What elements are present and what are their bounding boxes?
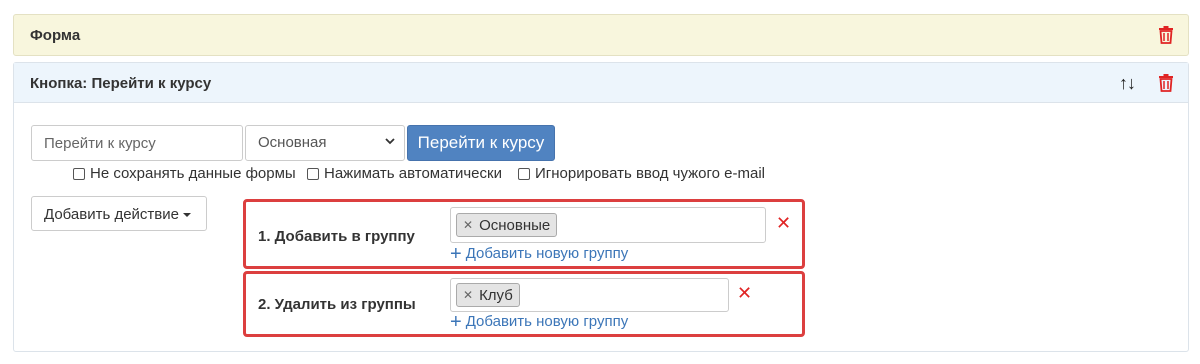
trash-icon[interactable]	[1158, 74, 1174, 92]
plus-icon: +	[450, 310, 462, 333]
remove-tag-icon[interactable]: ✕	[463, 288, 473, 302]
button-style-value: Основная	[258, 134, 327, 151]
add-group-link[interactable]: + Добавить новую группу	[450, 310, 629, 333]
group-select[interactable]: ✕ Основные	[450, 207, 766, 243]
button-panel-title: Кнопка: Перейти к курсу	[30, 75, 212, 92]
button-preview-label: Перейти к курсу	[417, 133, 545, 152]
checkbox[interactable]	[73, 167, 85, 180]
plus-icon: +	[450, 242, 462, 265]
option-no-save[interactable]: Не сохранять данные формы	[73, 165, 296, 182]
checkbox[interactable]	[518, 167, 530, 180]
remove-action-icon[interactable]: ✕	[737, 283, 752, 304]
add-action-dropdown[interactable]: Добавить действие	[31, 196, 207, 231]
group-select[interactable]: ✕ Клуб	[450, 278, 729, 312]
option-auto-click[interactable]: Нажимать автоматически	[307, 165, 502, 182]
action-item: 1. Добавить в группу ✕ Основные ✕ + Доба…	[243, 199, 805, 269]
option-label: Игнорировать ввод чужого e-mail	[535, 165, 766, 182]
caret-down-icon	[183, 213, 191, 218]
button-style-select[interactable]: Основная	[245, 125, 405, 161]
group-tag: ✕ Клуб	[456, 283, 520, 307]
add-group-link-label: Добавить новую группу	[465, 313, 629, 330]
button-panel-header: Кнопка: Перейти к курсу ↑↓	[14, 63, 1188, 103]
button-text-input[interactable]	[31, 125, 243, 161]
group-tag-label: Клуб	[479, 287, 513, 304]
chevron-down-icon	[385, 138, 395, 145]
group-tag-label: Основные	[479, 217, 551, 234]
option-label: Нажимать автоматически	[324, 165, 502, 182]
group-tag: ✕ Основные	[456, 213, 558, 237]
button-preview[interactable]: Перейти к курсу	[407, 125, 555, 161]
form-panel: Форма	[13, 14, 1189, 56]
add-group-link[interactable]: + Добавить новую группу	[450, 242, 629, 265]
trash-icon[interactable]	[1158, 26, 1174, 44]
remove-action-icon[interactable]: ✕	[776, 213, 791, 234]
action-label: 2. Удалить из группы	[258, 296, 416, 313]
form-panel-title: Форма	[30, 27, 81, 44]
action-label: 1. Добавить в группу	[258, 228, 415, 245]
remove-tag-icon[interactable]: ✕	[463, 218, 473, 232]
action-item: 2. Удалить из группы ✕ Клуб ✕ + Добавить…	[243, 271, 805, 337]
add-action-label: Добавить действие	[44, 206, 179, 223]
option-ignore-email[interactable]: Игнорировать ввод чужого e-mail	[518, 165, 765, 182]
option-label: Не сохранять данные формы	[90, 165, 296, 182]
checkbox[interactable]	[307, 167, 319, 180]
add-group-link-label: Добавить новую группу	[465, 245, 629, 262]
move-arrows-icon[interactable]: ↑↓	[1119, 73, 1136, 94]
